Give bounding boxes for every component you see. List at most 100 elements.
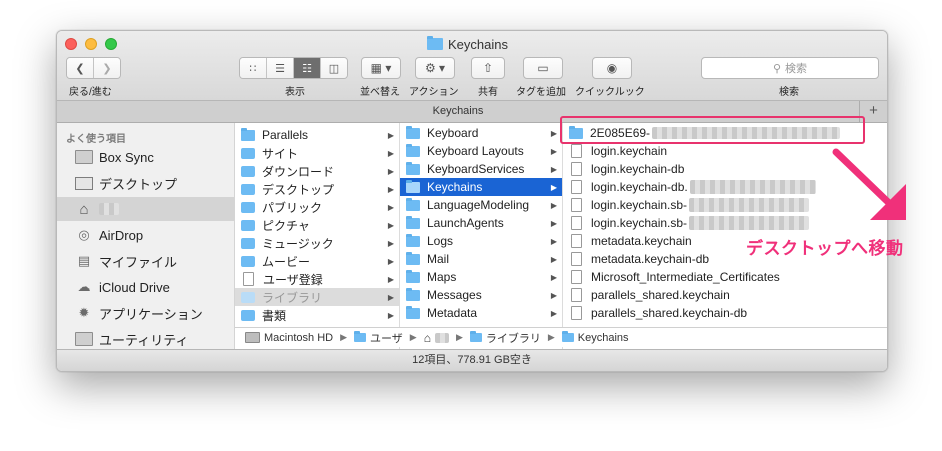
downloads-folder-icon <box>241 165 255 177</box>
action-label: アクション <box>409 87 459 98</box>
list-item[interactable]: 書類 ▶ <box>235 306 399 324</box>
chevron-right-icon: ▶ <box>550 236 557 246</box>
folder-icon <box>427 36 443 50</box>
path-item[interactable]: Keychains <box>578 332 629 344</box>
list-item[interactable]: Messages ▶ <box>400 286 562 304</box>
list-item[interactable]: ユーザ登録 ▶ <box>235 270 399 288</box>
redacted-text <box>689 180 816 194</box>
finder-window: Keychains ❮ ❯ 戻る/進む ∷ ☰ ☷ ◫ 表示 ▦ ▾ 並べ替え … <box>56 30 888 372</box>
search-field[interactable]: ⚲ 検索 <box>701 57 879 79</box>
document-icon <box>571 306 582 320</box>
back-forward-label: 戻る/進む <box>69 87 112 98</box>
list-item[interactable]: Logs ▶ <box>400 232 562 250</box>
highlight-box <box>560 116 865 144</box>
list-item[interactable]: Keyboard ▶ <box>400 124 562 142</box>
chevron-right-icon: ▶ <box>387 220 394 230</box>
list-item[interactable]: ダウンロード ▶ <box>235 162 399 180</box>
list-item[interactable]: KeyboardServices ▶ <box>400 160 562 178</box>
list-item[interactable]: parallels_shared.keychain-db <box>563 304 887 322</box>
list-item[interactable]: ミュージック ▶ <box>235 234 399 252</box>
chevron-right-icon: ▶ <box>550 272 557 282</box>
public-folder-icon <box>241 201 255 213</box>
view-label: 表示 <box>285 87 305 98</box>
column-view-button[interactable]: ☷ <box>294 58 321 78</box>
list-item[interactable]: ライブラリ ▶ <box>235 288 399 306</box>
users-folder-icon <box>354 331 366 342</box>
forward-button[interactable]: ❯ <box>94 58 120 78</box>
sidebar-item-icloud[interactable]: ☁ iCloud Drive <box>57 275 234 299</box>
library-folder-icon <box>469 331 482 342</box>
list-item[interactable]: ピクチャ ▶ <box>235 216 399 234</box>
grid-icon: ∷ <box>249 62 257 75</box>
list-item[interactable]: Keyboard Layouts ▶ <box>400 142 562 160</box>
chevron-right-icon: ▶ <box>387 166 394 176</box>
folder-icon <box>406 143 420 157</box>
window-title-text: Keychains <box>448 36 508 52</box>
list-item[interactable]: Maps ▶ <box>400 268 562 286</box>
chevron-right-icon: ▶ <box>340 332 347 342</box>
zoom-button[interactable] <box>105 38 117 50</box>
list-item[interactable]: parallels_shared.keychain <box>563 286 887 304</box>
folder-icon <box>406 287 420 301</box>
sidebar-item-label: アプリケーション <box>99 306 203 322</box>
list-item[interactable]: パブリック ▶ <box>235 198 399 216</box>
list-item[interactable]: Keychains ▶ <box>400 178 562 196</box>
sidebar-item-label: Box Sync <box>99 149 154 165</box>
folder-icon <box>75 150 93 164</box>
list-item[interactable]: LanguageModeling ▶ <box>400 196 562 214</box>
tag-button[interactable]: ▭ <box>523 57 563 79</box>
redacted-text <box>689 198 810 212</box>
list-item[interactable]: Microsoft_Intermediate_Certificates <box>563 268 887 286</box>
folder-icon <box>406 251 420 265</box>
all-files-icon: ▤ <box>77 253 91 268</box>
minimize-button[interactable] <box>85 38 97 50</box>
sidebar-item-label: AirDrop <box>99 227 144 243</box>
chevron-right-icon: ▶ <box>550 164 557 174</box>
list-item[interactable]: Metadata ▶ <box>400 304 562 322</box>
folder-icon <box>406 233 420 247</box>
folder-icon <box>406 161 420 175</box>
list-item[interactable]: ムービー ▶ <box>235 252 399 270</box>
eye-icon: ◉ <box>606 61 618 75</box>
document-icon <box>571 180 582 194</box>
share-button[interactable]: ⇧ <box>471 57 505 79</box>
sidebar-item-label: マイファイル <box>99 254 178 270</box>
chevron-right-icon: ▶ <box>550 146 557 156</box>
action-button[interactable]: ⚙ ▾ <box>415 57 455 79</box>
chevron-right-icon: ▶ <box>387 130 394 140</box>
document-icon <box>571 270 582 284</box>
document-icon <box>571 288 582 302</box>
document-icon <box>571 252 582 266</box>
folder-icon <box>406 125 420 139</box>
list-item[interactable]: デスクトップ ▶ <box>235 180 399 198</box>
sidebar-item-applications[interactable]: ✹ アプリケーション <box>57 301 234 325</box>
close-button[interactable] <box>65 38 77 50</box>
document-icon <box>571 216 582 230</box>
list-item[interactable]: Mail ▶ <box>400 250 562 268</box>
path-item[interactable]: Macintosh HD <box>264 332 333 344</box>
sidebar-item-utilities[interactable]: ユーティリティ <box>57 327 234 351</box>
chevron-right-icon: ▶ <box>550 308 557 318</box>
back-button[interactable]: ❮ <box>67 58 94 78</box>
icon-view-button[interactable]: ∷ <box>240 58 267 78</box>
arrange-button[interactable]: ▦ ▾ <box>361 57 401 79</box>
path-item[interactable]: ライブラリ <box>486 330 541 346</box>
sidebar-item-desktop[interactable]: デスクトップ <box>57 171 234 195</box>
folder-icon <box>406 179 420 193</box>
list-view-button[interactable]: ☰ <box>267 58 294 78</box>
list-item[interactable]: Parallels ▶ <box>235 126 399 144</box>
sidebar-item-box-sync[interactable]: Box Sync <box>57 145 234 169</box>
path-item[interactable]: ユーザ <box>370 330 403 346</box>
quicklook-button[interactable]: ◉ <box>592 57 632 79</box>
path-item[interactable] <box>434 332 449 343</box>
sidebar-item-label: ユーティリティ <box>99 332 189 348</box>
list-item[interactable]: サイト ▶ <box>235 144 399 162</box>
sidebar-item-airdrop[interactable]: ◎ AirDrop <box>57 223 234 247</box>
gallery-view-button[interactable]: ◫ <box>321 58 347 78</box>
column-library: Keyboard ▶ Keyboard Layouts ▶ KeyboardServ… <box>400 123 563 352</box>
back-forward-buttons: ❮ ❯ <box>66 57 121 79</box>
sidebar-item-all-files[interactable]: ▤ マイファイル <box>57 249 234 273</box>
sidebar-item-home[interactable]: ⌂ <box>57 197 234 221</box>
list-item[interactable]: LaunchAgents ▶ <box>400 214 562 232</box>
chevron-right-icon: ▶ <box>547 332 555 342</box>
